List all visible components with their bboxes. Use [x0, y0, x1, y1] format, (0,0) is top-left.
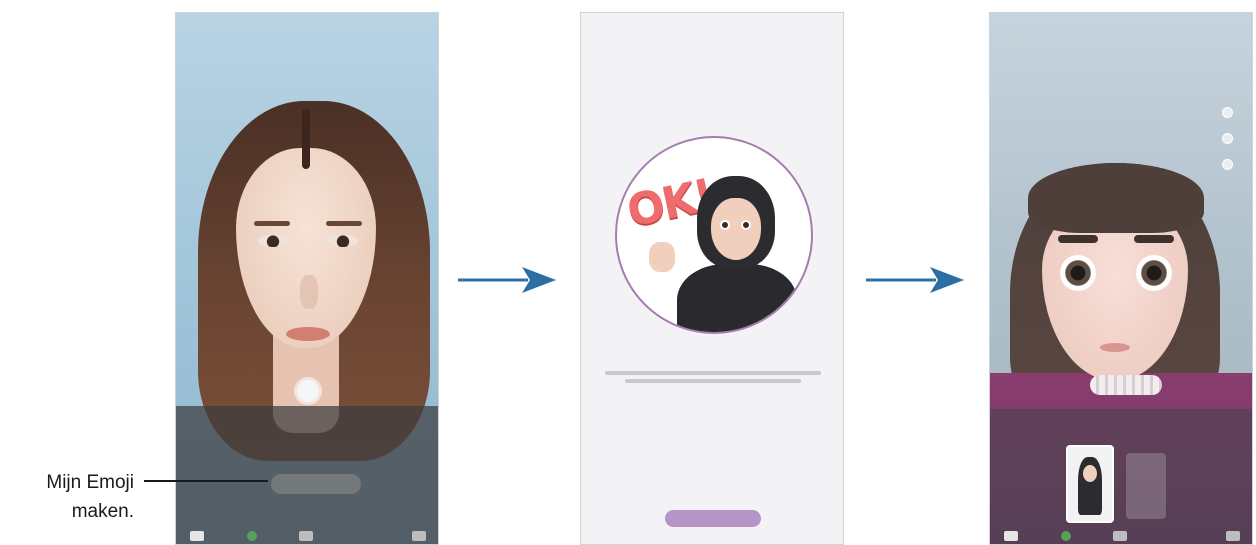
avatar-left-eyebrow	[1058, 235, 1098, 243]
phone-screen-ar-emoji	[989, 12, 1253, 545]
avatar-left-eye	[720, 220, 730, 230]
hair-part	[302, 109, 310, 169]
avatar-lips	[1100, 343, 1130, 352]
phone-screen-camera	[175, 12, 439, 545]
thumbnail-face	[1083, 465, 1097, 482]
avatar-right-eye	[1136, 255, 1172, 291]
bottom-panel	[176, 406, 438, 544]
callout-line-1: Mijn Emoji	[46, 472, 134, 493]
intro-text-line	[625, 379, 801, 383]
camera-mode-icon[interactable]	[1222, 107, 1233, 118]
left-eyebrow	[254, 221, 290, 226]
right-eye	[328, 235, 358, 247]
my-emoji-thumbnail[interactable]	[1066, 445, 1114, 523]
filter-icon[interactable]	[1222, 133, 1233, 144]
mode-icon[interactable]	[1113, 531, 1127, 541]
switch-camera-icon[interactable]	[1226, 531, 1240, 541]
stickers-icon[interactable]	[1222, 159, 1233, 170]
shutter-icon[interactable]	[297, 380, 319, 402]
phone-screen-intro: OK!	[580, 12, 844, 545]
mode-icon[interactable]	[299, 531, 313, 541]
gallery-icon[interactable]	[190, 531, 204, 541]
right-eyebrow	[326, 221, 362, 226]
avatar-face	[711, 198, 761, 260]
intro-text-line	[605, 371, 821, 375]
intro-illustration: OK!	[615, 136, 813, 334]
bottom-nav	[990, 526, 1252, 544]
avatar-ok-hand	[649, 242, 675, 272]
emoji-thumbnail[interactable]	[1126, 453, 1166, 519]
avatar-left-eye	[1060, 255, 1096, 291]
avatar-right-eyebrow	[1134, 235, 1174, 243]
switch-camera-icon[interactable]	[412, 531, 426, 541]
callout-label: Mijn Emoji maken.	[0, 468, 134, 526]
nose	[300, 275, 318, 309]
start-button[interactable]	[665, 510, 761, 527]
gallery-icon[interactable]	[1004, 531, 1018, 541]
callout-leader-line	[144, 480, 268, 482]
bottom-panel	[990, 409, 1252, 544]
avatar-body	[677, 264, 797, 332]
effect-icon[interactable]	[246, 531, 257, 541]
callout-line-2: maken.	[71, 501, 134, 522]
avatar-collar	[1090, 375, 1162, 395]
left-eye	[258, 235, 288, 247]
arrow-right-icon	[866, 267, 964, 293]
avatar-right-eye	[741, 220, 751, 230]
lips	[286, 327, 330, 341]
create-my-emoji-button[interactable]	[271, 474, 361, 494]
bottom-nav	[176, 526, 438, 544]
effect-icon[interactable]	[1060, 531, 1071, 541]
arrow-right-icon	[458, 267, 556, 293]
avatar-fringe	[1028, 163, 1204, 233]
